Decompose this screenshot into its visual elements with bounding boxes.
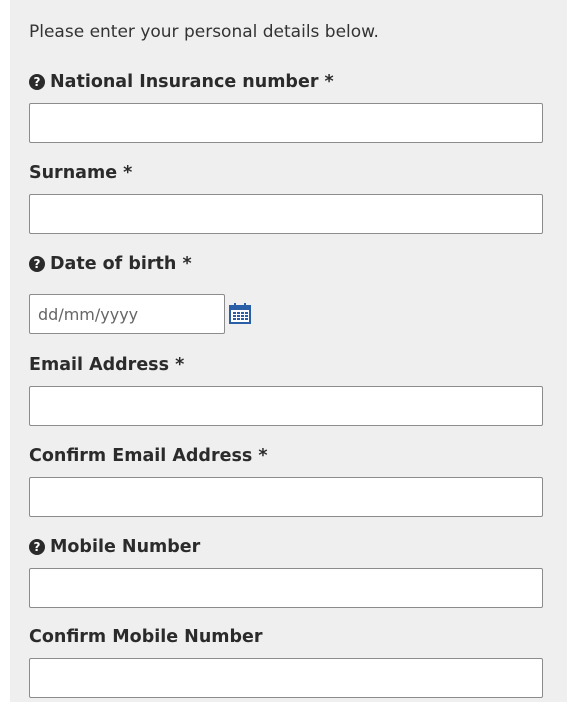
- calendar-icon[interactable]: [229, 302, 251, 324]
- ni-number-label-text: National Insurance number *: [50, 72, 334, 92]
- mobile-number-label: ? Mobile Number: [29, 537, 200, 557]
- date-of-birth-label-text: Date of birth *: [50, 254, 192, 274]
- date-of-birth-label: ? Date of birth *: [29, 254, 192, 274]
- confirm-email-input[interactable]: [29, 477, 543, 517]
- ni-number-input[interactable]: [29, 103, 543, 143]
- help-icon[interactable]: ?: [29, 74, 45, 90]
- confirm-email-label: Confirm Email Address *: [29, 446, 268, 466]
- intro-text: Please enter your personal details below…: [29, 22, 379, 42]
- surname-label-text: Surname *: [29, 163, 133, 183]
- email-label-text: Email Address *: [29, 355, 185, 375]
- help-icon[interactable]: ?: [29, 539, 45, 555]
- mobile-number-label-text: Mobile Number: [50, 537, 201, 557]
- surname-input[interactable]: [29, 194, 543, 234]
- email-label: Email Address *: [29, 355, 184, 375]
- confirm-email-label-text: Confirm Email Address *: [29, 446, 268, 466]
- date-of-birth-input[interactable]: [29, 294, 225, 334]
- email-input[interactable]: [29, 386, 543, 426]
- surname-label: Surname *: [29, 163, 132, 183]
- mobile-number-input[interactable]: [29, 568, 543, 608]
- confirm-mobile-label: Confirm Mobile Number: [29, 627, 263, 647]
- confirm-mobile-input[interactable]: [29, 658, 543, 698]
- help-icon[interactable]: ?: [29, 256, 45, 272]
- confirm-mobile-label-text: Confirm Mobile Number: [29, 627, 263, 647]
- ni-number-label: ? National Insurance number *: [29, 72, 334, 92]
